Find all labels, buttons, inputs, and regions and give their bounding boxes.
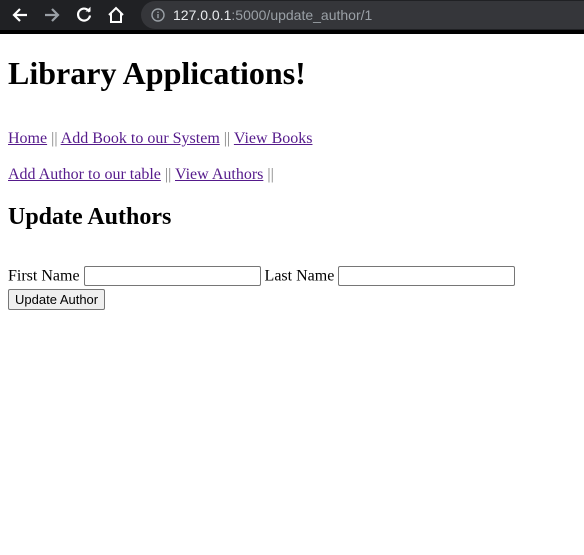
nav-separator: || xyxy=(164,166,172,183)
browser-toolbar: 127.0.0.1:5000/update_author/1 xyxy=(0,0,584,34)
back-arrow-icon xyxy=(12,8,27,22)
nav-link-add-author[interactable]: Add Author to our table xyxy=(8,166,161,183)
first-name-input[interactable] xyxy=(83,266,261,286)
reload-icon xyxy=(76,6,92,22)
home-button[interactable] xyxy=(102,1,130,29)
nav-link-view-books[interactable]: View Books xyxy=(234,130,313,147)
reload-button[interactable] xyxy=(70,1,98,29)
nav-link-view-authors[interactable]: View Authors xyxy=(175,166,263,183)
info-icon[interactable] xyxy=(151,8,165,22)
back-button[interactable] xyxy=(6,1,34,29)
forward-arrow-icon xyxy=(45,8,60,22)
forward-button[interactable] xyxy=(38,1,66,29)
nav-separator: || xyxy=(223,130,231,147)
first-name-label: First Name xyxy=(8,267,80,285)
url-host: 127.0.0.1 xyxy=(173,7,232,23)
nav-separator: || xyxy=(51,130,58,147)
nav-row-2: Add Author to our table || View Authors … xyxy=(8,165,576,184)
url-path: :5000/update_author/1 xyxy=(231,7,373,23)
nav-separator: || xyxy=(267,166,274,183)
nav-link-home[interactable]: Home xyxy=(8,130,47,147)
home-icon xyxy=(108,6,124,23)
update-author-button[interactable]: Update Author xyxy=(8,289,106,310)
nav-link-add-book[interactable]: Add Book to our System xyxy=(61,130,220,147)
section-heading: Update Authors xyxy=(8,204,172,230)
update-author-form: First Name Last Name Update Author xyxy=(8,266,576,310)
address-bar[interactable]: 127.0.0.1:5000/update_author/1 xyxy=(141,1,584,29)
nav-row-1: Home || Add Book to our System || View B… xyxy=(8,129,576,148)
page-title: Library Applications! xyxy=(8,55,306,91)
last-name-label: Last Name xyxy=(264,267,335,285)
page-content: Library Applications! Home || Add Book t… xyxy=(0,55,584,310)
last-name-input[interactable] xyxy=(338,266,516,286)
